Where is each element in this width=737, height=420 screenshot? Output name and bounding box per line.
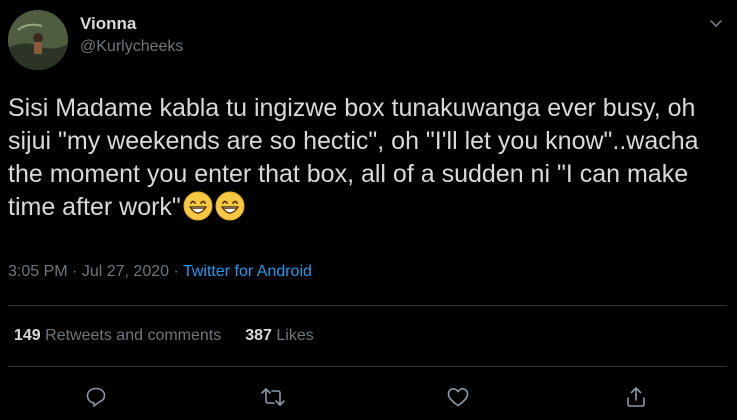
share-icon (627, 387, 645, 407)
meta-separator: · (173, 263, 179, 280)
retweet-button[interactable] (258, 382, 288, 412)
tweet-time[interactable]: 3:05 PM (8, 263, 68, 280)
more-options-chevron-down-icon[interactable] (705, 12, 727, 34)
divider (8, 366, 727, 367)
reply-button[interactable] (81, 382, 111, 412)
avatar-image (8, 10, 68, 70)
tweet-meta: 3:05 PM · Jul 27, 2020 · Twitter for And… (8, 263, 312, 281)
likes-stat[interactable]: 387 Likes (245, 327, 314, 344)
grinning-face-emoji-icon (215, 191, 245, 221)
user-handle[interactable]: @Kurlycheeks (80, 38, 183, 56)
avatar[interactable] (8, 10, 68, 70)
like-button[interactable] (443, 382, 473, 412)
tweet-body: Sisi Madame kabla tu ingizwe box tunakuw… (8, 94, 699, 221)
tweet-date[interactable]: Jul 27, 2020 (82, 263, 169, 280)
reply-icon (86, 387, 106, 407)
divider (8, 305, 727, 306)
heart-icon (447, 388, 469, 407)
meta-separator: · (72, 263, 78, 280)
retweets-count: 149 (14, 327, 41, 344)
tweet-source-link[interactable]: Twitter for Android (183, 263, 312, 280)
tweet-stats: 149 Retweets and comments 387 Likes (14, 327, 314, 345)
share-button[interactable] (621, 382, 651, 412)
retweets-stat[interactable]: 149 Retweets and comments (14, 327, 221, 344)
retweets-label: Retweets and comments (45, 327, 222, 344)
retweet-icon (261, 388, 285, 406)
grinning-face-emoji-icon (183, 191, 213, 221)
likes-count: 387 (245, 327, 272, 344)
likes-label: Likes (276, 327, 314, 344)
tweet-text: Sisi Madame kabla tu ingizwe box tunakuw… (8, 92, 708, 224)
action-bar (0, 382, 737, 414)
display-name[interactable]: Vionna (80, 14, 136, 34)
